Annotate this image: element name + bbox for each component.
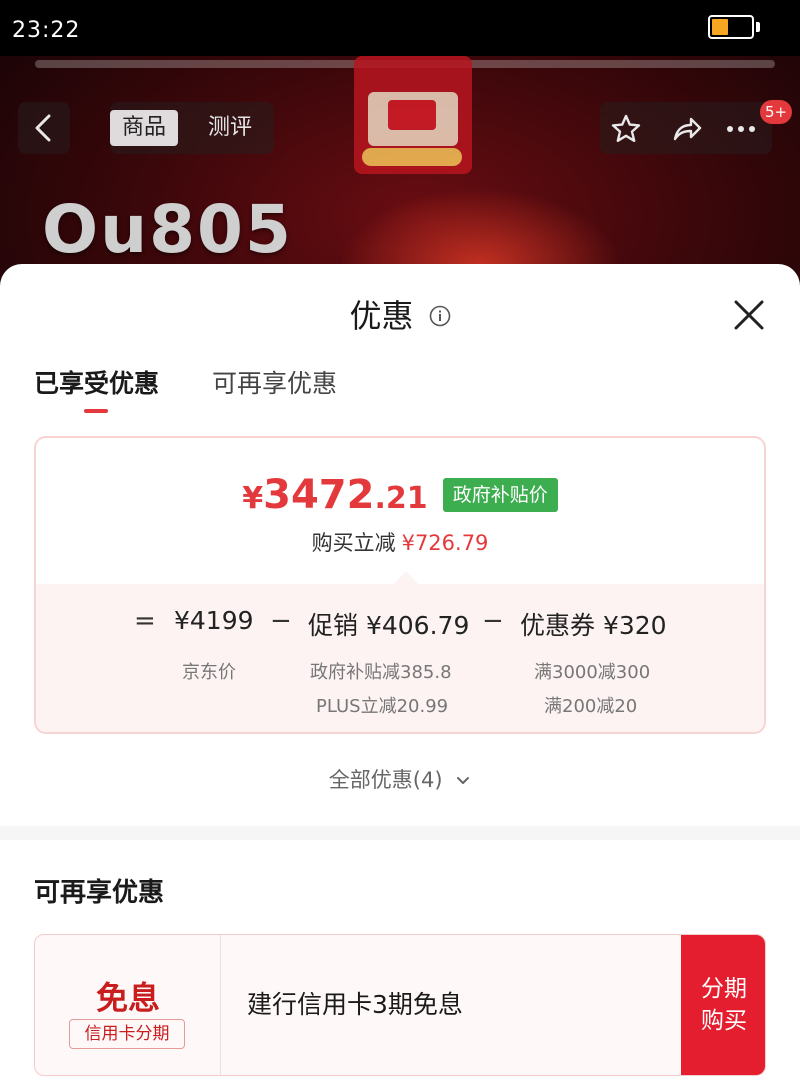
- offer-tag: 信用卡分期: [69, 1019, 185, 1049]
- section-divider: [0, 826, 800, 840]
- chevron-down-icon: [457, 777, 470, 784]
- total-reduction: 购买立减 ¥726.79: [311, 531, 489, 555]
- battery-icon: [708, 15, 754, 39]
- installment-buy-button[interactable]: 分期购买: [681, 935, 765, 1075]
- card-notch: [394, 571, 418, 584]
- installment-offer-card: 免息 信用卡分期 建行信用卡3期免息 分期购买: [34, 934, 766, 1076]
- promotion-value: 促销 ¥406.79: [308, 611, 470, 640]
- back-button[interactable]: [18, 102, 70, 154]
- message-count-badge: 5+: [760, 100, 793, 124]
- installment-buy-label: 分期购买: [701, 976, 747, 1034]
- product-hero-image: Ou805 商品 测评 5+: [0, 56, 800, 296]
- chevron-left-icon: [35, 114, 51, 142]
- coupon-item: 满200减20: [544, 696, 638, 717]
- reduction-value: ¥726.79: [401, 531, 489, 555]
- tab-product[interactable]: 商品: [110, 110, 179, 146]
- tab-more-discounts[interactable]: 可再享优惠: [212, 364, 337, 404]
- info-icon[interactable]: [429, 305, 451, 327]
- promo-badge-image: [354, 56, 472, 174]
- share-icon[interactable]: [670, 112, 704, 146]
- promo-item: PLUS立减20.99: [316, 696, 449, 717]
- final-price: ¥3472.21: [242, 472, 428, 518]
- all-discounts-link[interactable]: 全部优惠(4): [0, 764, 800, 794]
- sheet-title: 优惠: [349, 297, 414, 335]
- final-price-area: ¥3472.21 政府补贴价 购买立减 ¥726.79: [36, 438, 764, 584]
- active-tab-indicator: [84, 409, 108, 413]
- promo-item: 政府补贴减385.8: [310, 662, 452, 683]
- coupon-item: 满3000减300: [534, 662, 651, 683]
- banner-model-text: Ou805: [42, 191, 293, 268]
- jd-price-value: ¥4199: [174, 606, 254, 635]
- gov-subsidy-tag: 政府补贴价: [442, 478, 558, 512]
- offer-type-area: 免息 信用卡分期: [35, 935, 221, 1075]
- equals-sign: =: [134, 606, 156, 636]
- star-icon[interactable]: [609, 112, 643, 146]
- sheet-header: 优惠: [0, 294, 800, 338]
- tab-enjoyed-discounts[interactable]: 已享受优惠: [34, 364, 159, 404]
- close-icon[interactable]: [730, 296, 768, 334]
- offer-description: 建行信用卡3期免息: [247, 990, 463, 1019]
- discount-sheet: 优惠 已享受优惠 可再享优惠 ¥3472.21 政府补贴价 购买立减 ¥726.7…: [0, 264, 800, 1080]
- coupon-value: 优惠券 ¥320: [520, 611, 667, 640]
- all-discounts-label: 全部优惠(4): [328, 768, 443, 792]
- price-breakdown-card: ¥3472.21 政府补贴价 购买立减 ¥726.79 = ¥4199 京东价 −…: [34, 436, 766, 734]
- battery-nub: [756, 22, 760, 32]
- status-bar: 23:22: [0, 0, 800, 56]
- status-time: 23:22: [12, 18, 81, 43]
- final-price-row: ¥3472.21 政府补贴价: [36, 472, 764, 524]
- tab-review[interactable]: 测评: [196, 110, 264, 146]
- calculation-area: = ¥4199 京东价 − 促销 ¥406.79 政府补贴减385.8 PLUS…: [36, 584, 764, 732]
- jd-price-label: 京东价: [182, 662, 236, 683]
- product-tab-bar: 商品 测评: [110, 102, 274, 154]
- minus-sign: −: [482, 606, 504, 636]
- more-icon[interactable]: [724, 112, 758, 146]
- header-actions: [600, 102, 772, 154]
- offer-type: 免息: [95, 979, 160, 1017]
- minus-sign: −: [270, 606, 292, 636]
- more-discounts-title: 可再享优惠: [34, 878, 165, 908]
